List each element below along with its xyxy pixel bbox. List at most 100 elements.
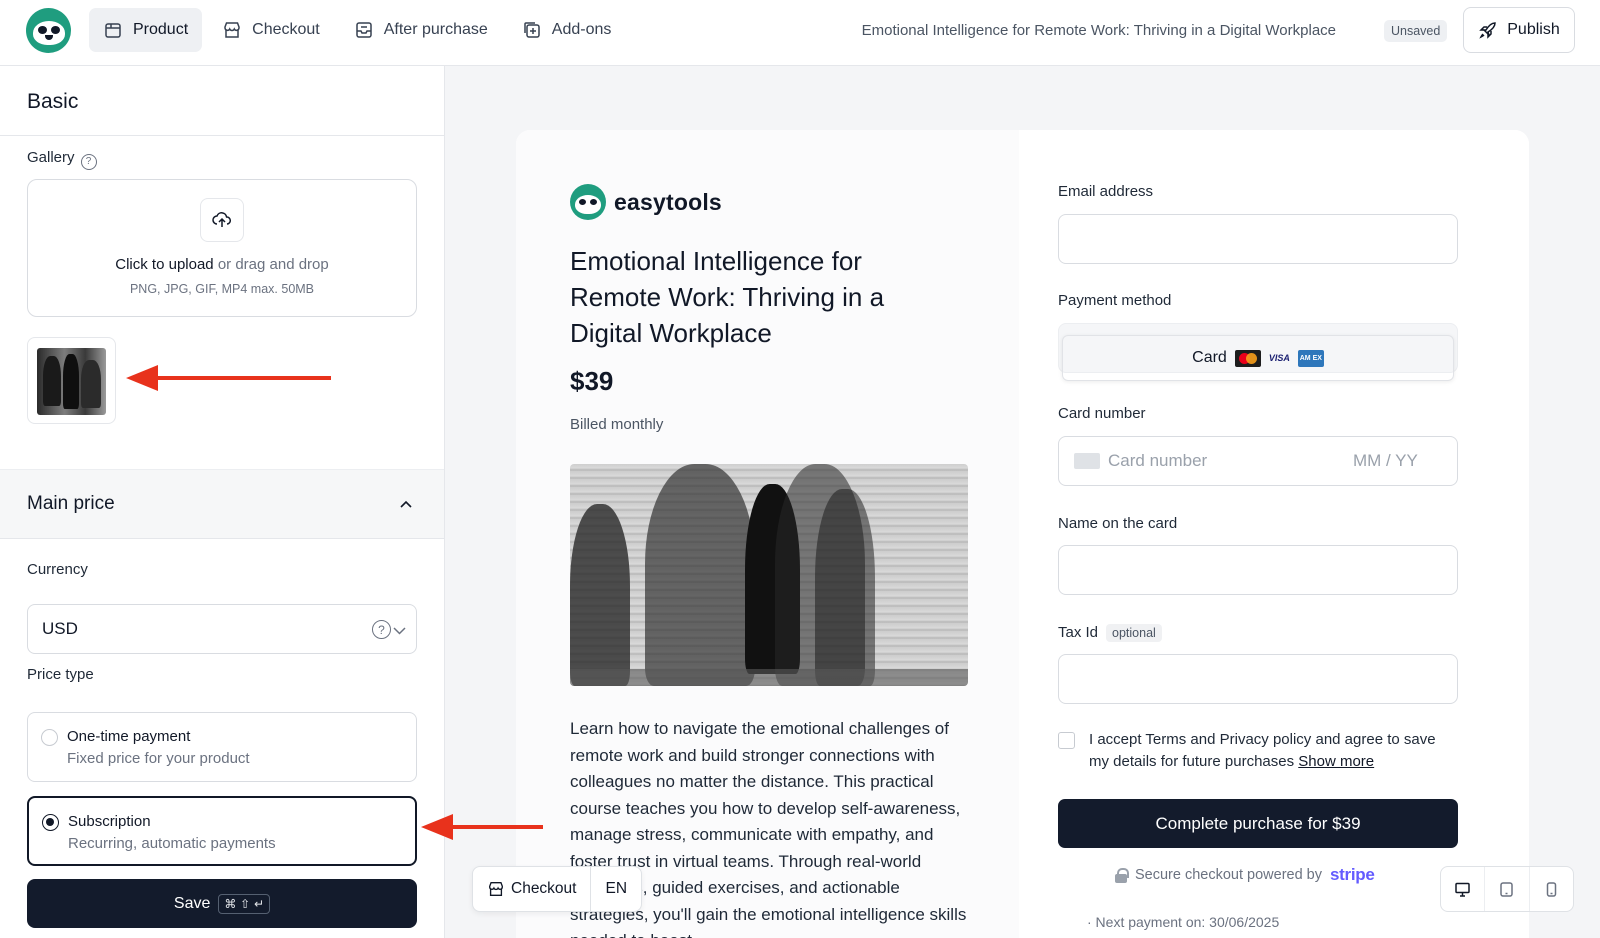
app-logo[interactable]: [26, 8, 71, 53]
email-label: Email address: [1058, 183, 1154, 200]
nav-add-ons[interactable]: Add-ons: [508, 8, 626, 52]
main-price-title: Main price: [27, 493, 115, 514]
terms-text: I accept Terms and Privacy policy and ag…: [1089, 729, 1459, 773]
option-title: One-time payment: [67, 728, 191, 745]
option-title: Subscription: [68, 813, 151, 830]
chevron-down-icon: [393, 627, 406, 635]
document-title: Emotional Intelligence for Remote Work: …: [861, 22, 1336, 39]
secure-checkout-note: Secure checkout powered by stripe: [1115, 865, 1375, 885]
currency-select[interactable]: USD ?: [27, 604, 417, 654]
upload-hint: PNG, JPG, GIF, MP4 max. 50MB: [129, 282, 315, 296]
card-number-placeholder: Card number: [1108, 451, 1208, 470]
nav-checkout[interactable]: Checkout: [208, 8, 334, 52]
payment-method-label: Payment method: [1058, 292, 1172, 309]
product-image: [570, 464, 968, 686]
top-bar: Product Checkout After purchase Add-ons …: [0, 0, 1600, 66]
price-type-label: Price type: [27, 666, 94, 683]
nav-after-purchase[interactable]: After purchase: [340, 8, 502, 52]
plus-square-icon: [524, 22, 540, 38]
upload-instructions: Click to upload or drag and drop: [28, 256, 416, 273]
brand: easytools: [570, 184, 722, 220]
language-selector[interactable]: EN: [590, 867, 641, 911]
annotation-arrow: [421, 814, 543, 840]
amex-icon: AM EX: [1297, 349, 1324, 367]
gallery-label: Gallery?: [27, 149, 97, 170]
option-subtitle: Fixed price for your product: [67, 750, 250, 767]
currency-value: USD: [42, 619, 78, 638]
lock-icon: [1115, 867, 1129, 883]
tax-id-label: Tax Id optional: [1058, 624, 1162, 642]
terms-body: I accept Terms and Privacy policy and ag…: [1089, 731, 1436, 770]
nav-product[interactable]: Product: [89, 8, 203, 52]
store-icon: [224, 22, 240, 38]
publish-button[interactable]: Publish: [1463, 7, 1575, 53]
thumbnail-image: [37, 348, 106, 415]
section-title: Basic: [27, 90, 79, 113]
checkout-label: Checkout: [511, 880, 577, 897]
next-payment-note: · Next payment on: 30/06/2025: [1087, 914, 1280, 930]
help-icon[interactable]: ?: [372, 620, 391, 639]
tablet-view-button[interactable]: [1484, 867, 1528, 911]
desktop-icon: [1455, 882, 1470, 897]
expiry-placeholder: MM / YY: [1353, 451, 1418, 470]
store-icon: [489, 882, 503, 896]
nav-label: Add-ons: [551, 21, 612, 38]
optional-badge: optional: [1106, 624, 1162, 642]
help-icon[interactable]: ?: [80, 153, 97, 170]
credit-card-icon: [1074, 453, 1100, 469]
checkout-preview-button[interactable]: Checkout: [473, 867, 590, 911]
name-on-card-label: Name on the card: [1058, 515, 1178, 532]
show-more-link[interactable]: Show more: [1298, 753, 1374, 770]
desktop-view-button[interactable]: [1441, 867, 1484, 911]
terms-checkbox[interactable]: [1058, 732, 1075, 749]
card-number-field[interactable]: Card number MM / YY: [1058, 436, 1458, 486]
upload-link[interactable]: Click to upload: [115, 256, 213, 273]
brand-name: easytools: [614, 188, 722, 215]
secure-text: Secure checkout powered by: [1135, 867, 1322, 883]
mobile-icon: [1546, 881, 1557, 897]
keyboard-shortcut: ⌘ ⇧ ↵: [218, 893, 271, 914]
option-subtitle: Recurring, automatic payments: [68, 835, 276, 852]
preview-toolbar: Checkout EN: [472, 866, 643, 912]
payment-option-label: Card: [1192, 349, 1227, 366]
complete-purchase-button[interactable]: Complete purchase for $39: [1058, 799, 1458, 848]
settings-sidebar: Basic Gallery? Click to upload or drag a…: [0, 66, 445, 938]
brand-logo: [570, 184, 606, 220]
stripe-logo: stripe: [1330, 865, 1375, 884]
currency-label: Currency: [27, 561, 88, 578]
chevron-up-icon: [400, 500, 412, 508]
price-type-subscription[interactable]: Subscription Recurring, automatic paymen…: [27, 796, 417, 866]
price-type-one-time[interactable]: One-time payment Fixed price for your pr…: [27, 712, 417, 782]
unsaved-badge: Unsaved: [1384, 20, 1448, 42]
nav-label: After purchase: [383, 21, 488, 38]
radio-button[interactable]: [41, 729, 58, 746]
checkout-preview: easytools Emotional Intelligence for Rem…: [516, 130, 1529, 938]
visa-icon: VISA: [1268, 353, 1290, 363]
device-toggle: [1440, 866, 1574, 912]
billing-frequency: Billed monthly: [570, 416, 664, 433]
mobile-view-button[interactable]: [1528, 867, 1573, 911]
publish-label: Publish: [1507, 21, 1560, 38]
main-price-header[interactable]: Main price: [0, 469, 444, 539]
radio-button-selected[interactable]: [42, 814, 59, 831]
section-header: Basic: [0, 66, 444, 136]
main-nav: Product Checkout After purchase Add-ons: [89, 8, 625, 52]
gallery-upload-dropzone[interactable]: Click to upload or drag and drop PNG, JP…: [27, 179, 417, 317]
product-title: Emotional Intelligence for Remote Work: …: [570, 246, 885, 348]
annotation-arrow: [126, 365, 331, 391]
card-number-label: Card number: [1058, 405, 1146, 422]
payment-option-card[interactable]: Card VISA AM EX: [1062, 335, 1454, 381]
nav-label: Checkout: [252, 21, 320, 38]
inbox-icon: [355, 22, 372, 38]
email-field[interactable]: [1058, 214, 1458, 264]
name-on-card-field[interactable]: [1058, 545, 1458, 595]
tax-id-field[interactable]: [1058, 654, 1458, 704]
box-icon: [105, 23, 121, 38]
gallery-thumbnail[interactable]: [27, 337, 116, 424]
gallery-label-text: Gallery: [27, 149, 75, 166]
save-button[interactable]: Save ⌘ ⇧ ↵: [27, 879, 417, 928]
tax-id-text: Tax Id: [1058, 624, 1099, 641]
upload-cloud-icon: [200, 198, 244, 242]
mastercard-icon: [1234, 349, 1261, 367]
product-price: $39: [570, 366, 614, 396]
